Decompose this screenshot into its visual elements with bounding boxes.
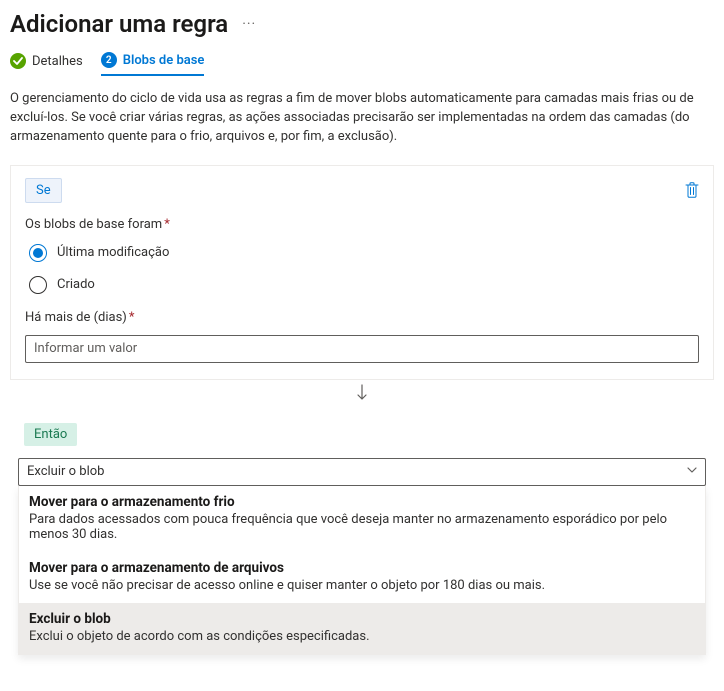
- option-title: Mover para o armazenamento de arquivos: [29, 560, 695, 576]
- option-move-cool[interactable]: Mover para o armazenamento frio Para dad…: [19, 486, 705, 552]
- base-blobs-label: Os blobs de base foram*: [25, 217, 699, 232]
- radio-selected-icon: [29, 244, 47, 262]
- wizard-tabs: Detalhes 2 Blobs de base: [10, 52, 714, 76]
- tab-base-blobs-label: Blobs de base: [123, 53, 205, 68]
- if-condition-card: Se Os blobs de base foram* Última modifi…: [10, 165, 714, 380]
- more-actions-button[interactable]: ···: [242, 17, 256, 31]
- option-title: Mover para o armazenamento frio: [29, 494, 695, 510]
- tab-details[interactable]: Detalhes: [10, 53, 83, 75]
- action-select-value: Excluir o blob: [27, 464, 104, 479]
- base-blobs-radio-group: Última modificação Criado: [25, 242, 699, 306]
- if-badge: Se: [25, 178, 62, 203]
- then-action-card: Então Excluir o blob Mover para o armaze…: [10, 411, 714, 671]
- days-label: Há mais de (dias)*: [25, 310, 699, 325]
- radio-created-label: Criado: [57, 277, 95, 292]
- step-number-icon: 2: [101, 52, 117, 68]
- tab-base-blobs[interactable]: 2 Blobs de base: [101, 52, 205, 76]
- then-badge: Então: [24, 423, 77, 446]
- option-desc: Use se você não precisar de acesso onlin…: [29, 578, 695, 593]
- tab-details-label: Detalhes: [32, 54, 83, 69]
- check-icon: [10, 53, 26, 69]
- arrow-down-icon: [10, 380, 714, 411]
- radio-created[interactable]: Criado: [29, 276, 695, 294]
- action-select[interactable]: Excluir o blob: [18, 458, 706, 486]
- radio-last-modified[interactable]: Última modificação: [29, 244, 695, 262]
- radio-unselected-icon: [29, 276, 47, 294]
- option-title: Excluir o blob: [29, 611, 695, 627]
- option-desc: Para dados acessados com pouca frequênci…: [29, 512, 695, 542]
- page-title: Adicionar uma regra: [10, 10, 228, 38]
- option-move-archive[interactable]: Mover para o armazenamento de arquivos U…: [19, 552, 705, 603]
- delete-icon[interactable]: [685, 182, 699, 198]
- option-delete-blob[interactable]: Excluir o blob Exclui o objeto de acordo…: [19, 603, 705, 654]
- action-dropdown: Mover para o armazenamento frio Para dad…: [18, 486, 706, 655]
- page-description: O gerenciamento do ciclo de vida usa as …: [10, 90, 710, 147]
- days-input[interactable]: [25, 335, 699, 363]
- radio-last-modified-label: Última modificação: [57, 245, 169, 260]
- option-desc: Exclui o objeto de acordo com as condiçõ…: [29, 629, 695, 644]
